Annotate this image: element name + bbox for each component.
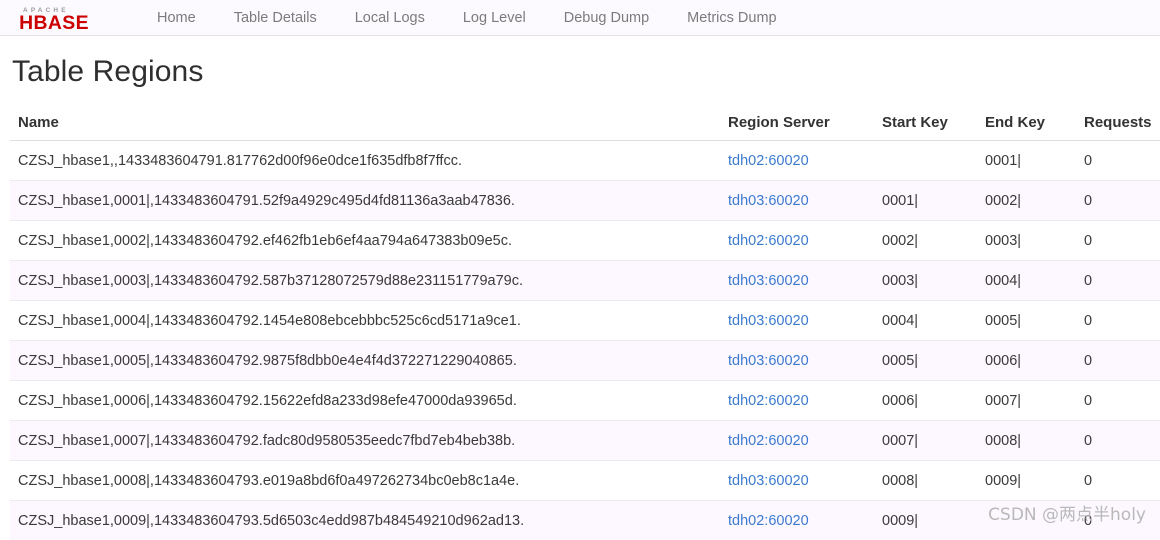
table-body: CZSJ_hbase1,,1433483604791.817762d00f96e… — [10, 141, 1160, 540]
table-row: CZSJ_hbase1,0006|,1433483604792.15622efd… — [10, 381, 1160, 421]
table-row: CZSJ_hbase1,0001|,1433483604791.52f9a492… — [10, 181, 1160, 221]
cell-end-key: 0007| — [977, 381, 1076, 421]
region-server-link[interactable]: tdh02:60020 — [728, 433, 809, 449]
svg-text:HBASE: HBASE — [19, 13, 89, 32]
page-title: Table Regions — [12, 55, 1160, 89]
cell-start-key: 0006| — [874, 381, 977, 421]
cell-region-server: tdh03:60020 — [720, 461, 874, 501]
table-row: CZSJ_hbase1,0002|,1433483604792.ef462fb1… — [10, 221, 1160, 261]
nav-log-level[interactable]: Log Level — [444, 1, 545, 35]
table-regions: Name Region Server Start Key End Key Req… — [10, 106, 1160, 540]
cell-end-key: 0004| — [977, 261, 1076, 301]
cell-region-server: tdh02:60020 — [720, 141, 874, 181]
table-row: CZSJ_hbase1,0005|,1433483604792.9875f8db… — [10, 341, 1160, 381]
cell-start-key: 0002| — [874, 221, 977, 261]
cell-start-key: 0003| — [874, 261, 977, 301]
region-server-link[interactable]: tdh03:60020 — [728, 473, 809, 489]
navbar: APACHE HBASE Home Table Details Local Lo… — [0, 0, 1160, 36]
cell-start-key: 0009| — [874, 501, 977, 540]
column-header-start-key: Start Key — [874, 106, 977, 141]
cell-requests: 0 — [1076, 181, 1160, 221]
cell-region-name: CZSJ_hbase1,0009|,1433483604793.5d6503c4… — [10, 501, 720, 540]
cell-end-key — [977, 501, 1076, 540]
table-row: CZSJ_hbase1,,1433483604791.817762d00f96e… — [10, 141, 1160, 181]
cell-region-name: CZSJ_hbase1,0007|,1433483604792.fadc80d9… — [10, 421, 720, 461]
cell-region-server: tdh02:60020 — [720, 421, 874, 461]
table-row: CZSJ_hbase1,0003|,1433483604792.587b3712… — [10, 261, 1160, 301]
cell-region-server: tdh02:60020 — [720, 381, 874, 421]
table-regions-container: Name Region Server Start Key End Key Req… — [0, 106, 1160, 540]
cell-start-key — [874, 141, 977, 181]
cell-start-key: 0001| — [874, 181, 977, 221]
cell-requests: 0 — [1076, 421, 1160, 461]
cell-region-name: CZSJ_hbase1,,1433483604791.817762d00f96e… — [10, 141, 720, 181]
table-row: CZSJ_hbase1,0007|,1433483604792.fadc80d9… — [10, 421, 1160, 461]
cell-end-key: 0006| — [977, 341, 1076, 381]
cell-start-key: 0007| — [874, 421, 977, 461]
region-server-link[interactable]: tdh03:60020 — [728, 273, 809, 289]
cell-region-name: CZSJ_hbase1,0006|,1433483604792.15622efd… — [10, 381, 720, 421]
cell-region-server: tdh03:60020 — [720, 341, 874, 381]
table-row: CZSJ_hbase1,0004|,1433483604792.1454e808… — [10, 301, 1160, 341]
nav-local-logs[interactable]: Local Logs — [336, 1, 444, 35]
cell-region-name: CZSJ_hbase1,0005|,1433483604792.9875f8db… — [10, 341, 720, 381]
cell-end-key: 0001| — [977, 141, 1076, 181]
cell-requests: 0 — [1076, 501, 1160, 540]
cell-region-name: CZSJ_hbase1,0003|,1433483604792.587b3712… — [10, 261, 720, 301]
cell-requests: 0 — [1076, 221, 1160, 261]
nav-item: Debug Dump — [545, 1, 668, 35]
nav-table-details[interactable]: Table Details — [215, 1, 336, 35]
cell-requests: 0 — [1076, 461, 1160, 501]
table-row: CZSJ_hbase1,0008|,1433483604793.e019a8bd… — [10, 461, 1160, 501]
cell-region-name: CZSJ_hbase1,0001|,1433483604791.52f9a492… — [10, 181, 720, 221]
cell-region-name: CZSJ_hbase1,0002|,1433483604792.ef462fb1… — [10, 221, 720, 261]
table-header-row: Name Region Server Start Key End Key Req… — [10, 106, 1160, 141]
cell-requests: 0 — [1076, 141, 1160, 181]
cell-end-key: 0008| — [977, 421, 1076, 461]
nav-item: Metrics Dump — [668, 1, 795, 35]
cell-start-key: 0008| — [874, 461, 977, 501]
cell-requests: 0 — [1076, 301, 1160, 341]
nav-item: Log Level — [444, 1, 545, 35]
region-server-link[interactable]: tdh03:60020 — [728, 353, 809, 369]
cell-start-key: 0005| — [874, 341, 977, 381]
cell-end-key: 0002| — [977, 181, 1076, 221]
nav-item: Table Details — [215, 1, 336, 35]
cell-requests: 0 — [1076, 261, 1160, 301]
cell-end-key: 0009| — [977, 461, 1076, 501]
column-header-end-key: End Key — [977, 106, 1076, 141]
region-server-link[interactable]: tdh03:60020 — [728, 313, 809, 329]
column-header-name: Name — [10, 106, 720, 141]
cell-region-server: tdh02:60020 — [720, 501, 874, 540]
region-server-link[interactable]: tdh03:60020 — [728, 193, 809, 209]
region-server-link[interactable]: tdh02:60020 — [728, 233, 809, 249]
cell-end-key: 0003| — [977, 221, 1076, 261]
cell-requests: 0 — [1076, 381, 1160, 421]
cell-region-server: tdh03:60020 — [720, 181, 874, 221]
nav-links: Home Table Details Local Logs Log Level … — [138, 1, 796, 35]
nav-metrics-dump[interactable]: Metrics Dump — [668, 1, 795, 35]
hbase-logo[interactable]: APACHE HBASE — [14, 4, 110, 32]
region-server-link[interactable]: tdh02:60020 — [728, 393, 809, 409]
region-server-link[interactable]: tdh02:60020 — [728, 513, 809, 529]
hbase-logo-icon: APACHE HBASE — [14, 4, 110, 32]
cell-requests: 0 — [1076, 341, 1160, 381]
nav-item: Home — [138, 1, 215, 35]
table-header: Name Region Server Start Key End Key Req… — [10, 106, 1160, 141]
nav-item: Local Logs — [336, 1, 444, 35]
nav-debug-dump[interactable]: Debug Dump — [545, 1, 668, 35]
cell-region-name: CZSJ_hbase1,0008|,1433483604793.e019a8bd… — [10, 461, 720, 501]
region-server-link[interactable]: tdh02:60020 — [728, 153, 809, 169]
cell-end-key: 0005| — [977, 301, 1076, 341]
cell-start-key: 0004| — [874, 301, 977, 341]
cell-region-name: CZSJ_hbase1,0004|,1433483604792.1454e808… — [10, 301, 720, 341]
table-row: CZSJ_hbase1,0009|,1433483604793.5d6503c4… — [10, 501, 1160, 540]
nav-home[interactable]: Home — [138, 1, 215, 35]
column-header-region-server: Region Server — [720, 106, 874, 141]
cell-region-server: tdh02:60020 — [720, 221, 874, 261]
column-header-requests: Requests — [1076, 106, 1160, 141]
cell-region-server: tdh03:60020 — [720, 301, 874, 341]
cell-region-server: tdh03:60020 — [720, 261, 874, 301]
